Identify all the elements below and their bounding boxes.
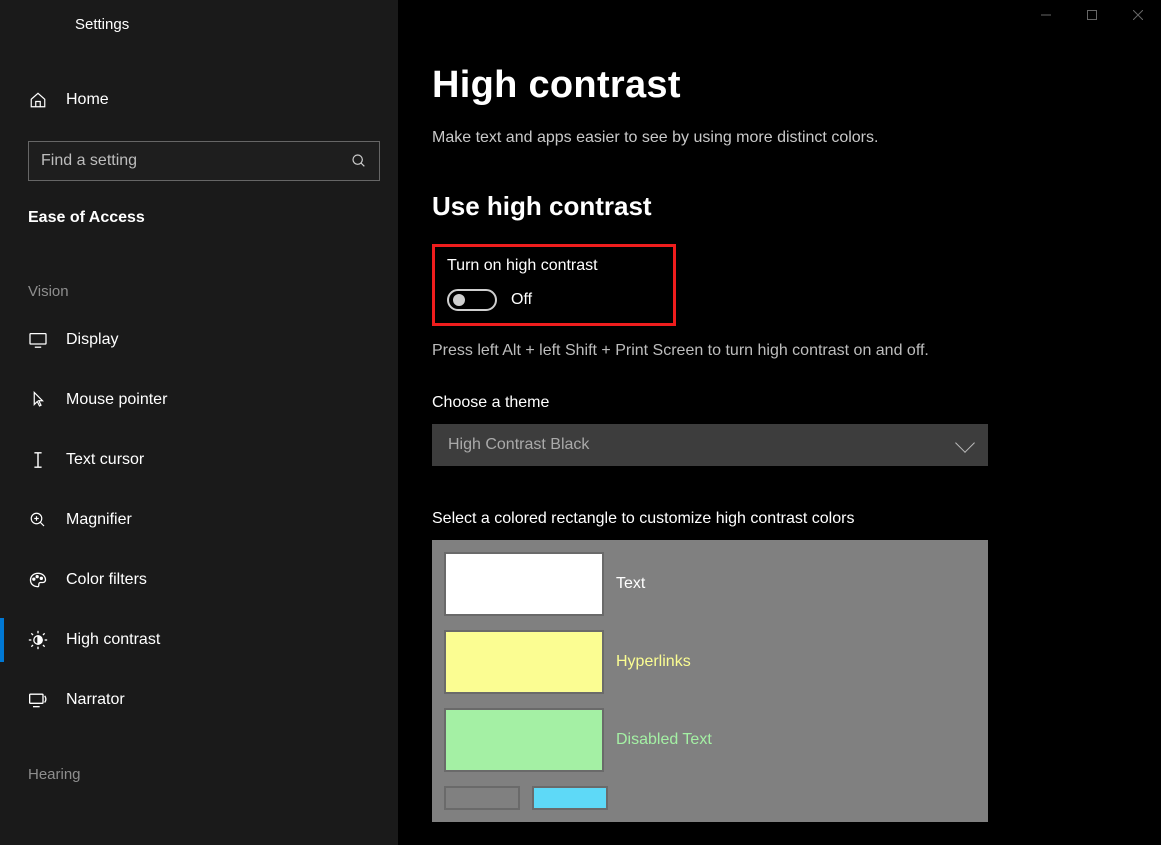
swatch-disabled-text[interactable] <box>444 708 604 772</box>
page-subtitle: Make text and apps easier to see by usin… <box>432 129 1161 147</box>
sidebar-item-high-contrast[interactable]: High contrast <box>0 610 398 670</box>
swatch-label-text: Text <box>616 575 645 593</box>
home-icon <box>28 91 48 109</box>
search-icon <box>351 153 367 169</box>
shortcut-hint: Press left Alt + left Shift + Print Scre… <box>432 342 1161 360</box>
home-label: Home <box>66 91 109 109</box>
swatch-row-text: Text <box>444 552 976 616</box>
high-contrast-toggle[interactable] <box>447 289 497 311</box>
category-label: Ease of Access <box>0 181 398 227</box>
swatch-row-partial <box>444 786 976 810</box>
toggle-knob <box>453 294 465 306</box>
high-contrast-icon <box>28 630 48 650</box>
sidebar-item-mouse-pointer[interactable]: Mouse pointer <box>0 370 398 430</box>
sidebar-item-color-filters[interactable]: Color filters <box>0 550 398 610</box>
toggle-label: Turn on high contrast <box>447 257 661 275</box>
swatch-label-disabled: Disabled Text <box>616 731 712 749</box>
sidebar-item-label: Text cursor <box>66 451 144 469</box>
display-icon <box>28 332 48 348</box>
color-filters-icon <box>28 571 48 589</box>
sidebar-item-label: Mouse pointer <box>66 391 167 409</box>
minimize-button[interactable] <box>1023 0 1069 30</box>
swatch-row-disabled: Disabled Text <box>444 708 976 772</box>
home-nav-item[interactable]: Home <box>0 77 398 123</box>
titlebar-controls <box>1023 0 1161 30</box>
toggle-state: Off <box>511 291 532 309</box>
search-container <box>28 141 382 181</box>
customize-label: Select a colored rectangle to customize … <box>432 510 1161 528</box>
search-input[interactable] <box>41 152 343 170</box>
window-title: Settings <box>0 0 398 49</box>
swatch-partial-right[interactable] <box>532 786 608 810</box>
theme-selected-value: High Contrast Black <box>448 436 589 454</box>
swatch-partial-left[interactable] <box>444 786 520 810</box>
swatch-label-hyperlinks: Hyperlinks <box>616 653 691 671</box>
section-use-high-contrast: Use high contrast <box>432 191 1161 222</box>
theme-dropdown[interactable]: High Contrast Black <box>432 424 988 466</box>
chevron-down-icon <box>955 433 975 453</box>
page-title: High contrast <box>432 64 1161 107</box>
sidebar-item-label: Color filters <box>66 571 147 589</box>
maximize-button[interactable] <box>1069 0 1115 30</box>
sidebar-item-label: Narrator <box>66 691 125 709</box>
text-cursor-icon <box>28 451 48 469</box>
search-input-box[interactable] <box>28 141 380 181</box>
sidebar: Settings Home Ease of Access Vis <box>0 0 398 845</box>
swatch-row-hyperlinks: Hyperlinks <box>444 630 976 694</box>
swatch-hyperlinks[interactable] <box>444 630 604 694</box>
main-content: High contrast Make text and apps easier … <box>398 0 1161 845</box>
sidebar-item-text-cursor[interactable]: Text cursor <box>0 430 398 490</box>
magnifier-icon <box>28 511 48 529</box>
sidebar-item-display[interactable]: Display <box>0 310 398 370</box>
sidebar-item-label: High contrast <box>66 631 160 649</box>
group-vision: Vision <box>0 227 398 310</box>
sidebar-item-label: Display <box>66 331 118 349</box>
swatch-text[interactable] <box>444 552 604 616</box>
close-button[interactable] <box>1115 0 1161 30</box>
group-hearing: Hearing <box>0 730 398 793</box>
narrator-icon <box>28 691 48 709</box>
sidebar-item-magnifier[interactable]: Magnifier <box>0 490 398 550</box>
swatch-panel: Text Hyperlinks Disabled Text <box>432 540 988 822</box>
sidebar-item-label: Magnifier <box>66 511 132 529</box>
theme-label: Choose a theme <box>432 394 1161 412</box>
annotation-highlight: Turn on high contrast Off <box>432 244 676 326</box>
mouse-pointer-icon <box>28 391 48 409</box>
nav-list-vision: Display Mouse pointer Text cursor <box>0 310 398 730</box>
sidebar-item-narrator[interactable]: Narrator <box>0 670 398 730</box>
